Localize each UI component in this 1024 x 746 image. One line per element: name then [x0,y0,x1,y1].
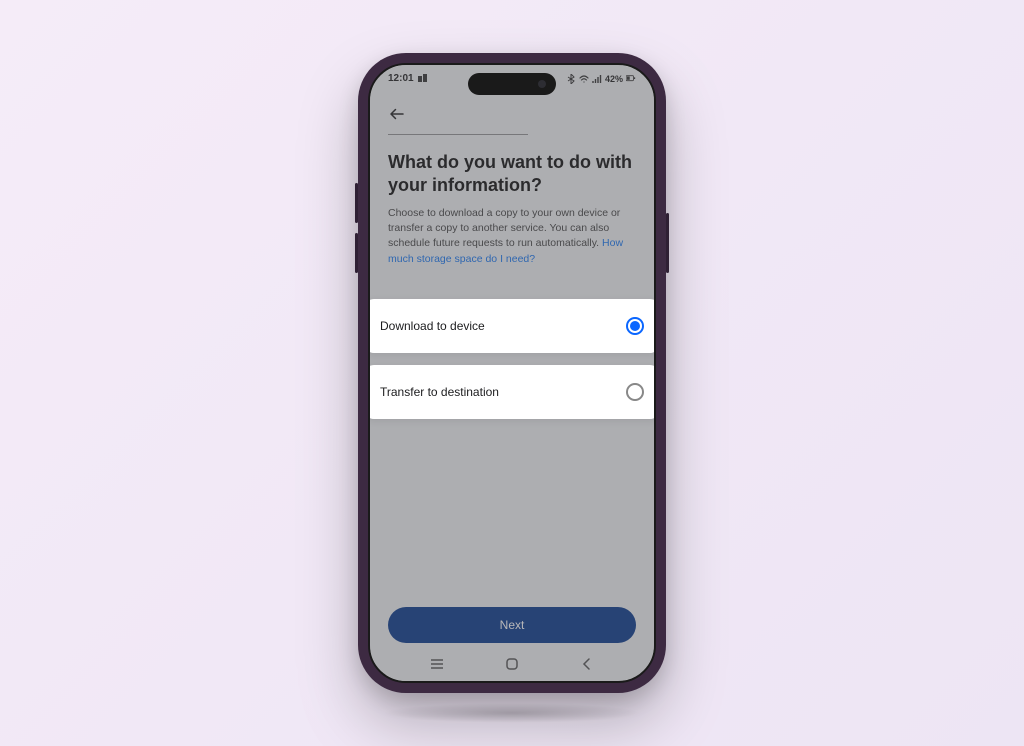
nav-back-button[interactable] [577,657,597,671]
radio-unselected-icon [626,383,644,401]
battery-icon [626,74,636,84]
content-area: What do you want to do with your informa… [370,88,654,267]
signal-icon [592,74,602,84]
wifi-icon [579,74,589,84]
back-button[interactable] [388,102,412,126]
option-transfer-to-destination[interactable]: Transfer to destination [368,365,656,419]
nav-home-button[interactable] [502,657,522,671]
description-text: Choose to download a copy to your own de… [388,207,620,249]
option-label: Download to device [380,319,485,333]
status-time: 12:01 [388,73,414,84]
volume-down-button[interactable] [355,233,358,273]
nav-recent-button[interactable] [427,657,447,671]
page-description: Choose to download a copy to your own de… [388,206,636,267]
option-label: Transfer to destination [380,385,499,399]
phone-frame: 12:01 42% [358,53,666,693]
notch [468,73,556,95]
footer: Next [388,607,636,643]
options-group: Download to device Transfer to destinati… [368,289,656,445]
bluetooth-icon [566,74,576,84]
notification-icon [418,74,428,84]
android-nav-bar [370,653,654,675]
battery-percent: 42% [605,74,623,84]
option-download-to-device[interactable]: Download to device [368,299,656,353]
power-button[interactable] [666,213,669,273]
arrow-left-icon [388,105,406,123]
volume-up-button[interactable] [355,183,358,223]
next-button[interactable]: Next [388,607,636,643]
page-title: What do you want to do with your informa… [388,151,636,196]
divider [388,134,528,135]
screen: 12:01 42% [368,63,656,683]
radio-selected-icon [626,317,644,335]
